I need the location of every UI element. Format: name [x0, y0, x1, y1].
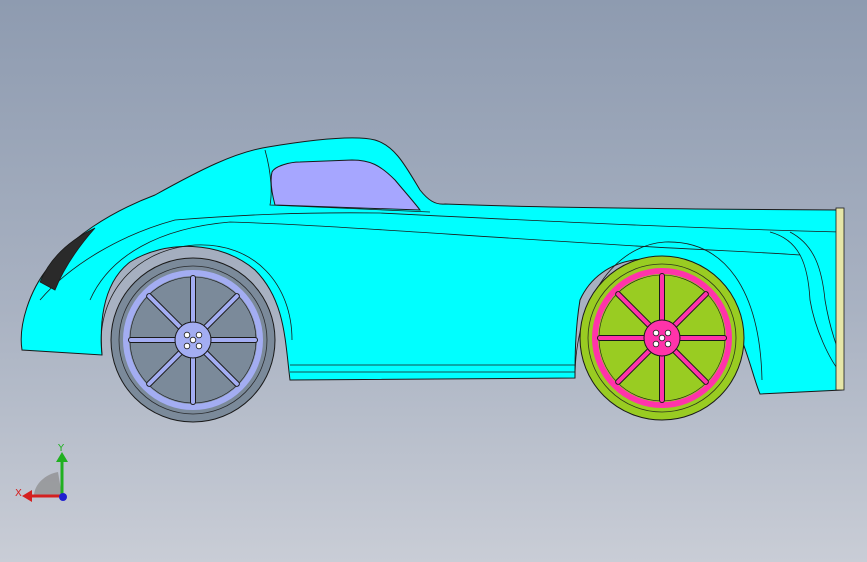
x-axis-arrowhead — [22, 490, 32, 502]
lug-nut — [189, 336, 197, 344]
lug-nut — [195, 342, 203, 350]
lug-nut — [195, 331, 203, 339]
coordinate-triad: X Y — [15, 443, 68, 502]
front-wheel[interactable] — [110, 257, 276, 423]
lug-nut — [183, 342, 191, 350]
lug-nut — [652, 340, 660, 348]
y-axis-label: Y — [57, 443, 65, 454]
lug-nut — [664, 340, 672, 348]
z-axis-dot — [59, 493, 67, 501]
lug-nut — [664, 329, 672, 337]
rear-bumper — [835, 207, 845, 391]
lug-nut — [652, 329, 660, 337]
rear-wheel[interactable] — [579, 255, 745, 421]
lug-nut — [183, 331, 191, 339]
graphics-viewport[interactable]: X Y — [0, 0, 867, 562]
car-model-3d-view[interactable] — [0, 0, 867, 562]
x-axis-label: X — [15, 488, 22, 499]
lug-nut — [658, 334, 666, 342]
triad-base-shape — [34, 472, 62, 496]
